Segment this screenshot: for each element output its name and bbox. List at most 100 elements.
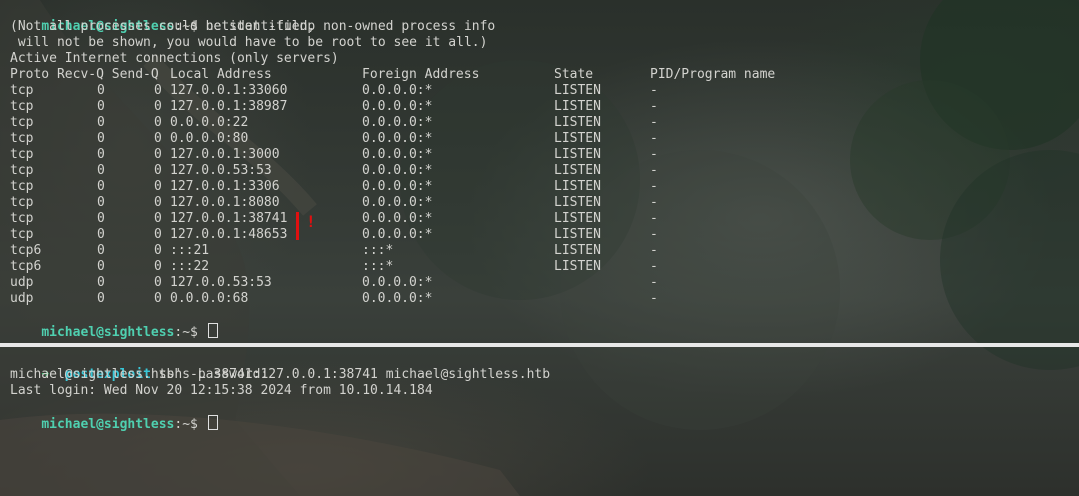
cell-foreign-address: :::*: [362, 259, 394, 274]
cell-send-q: 0: [154, 291, 162, 306]
cell-proto: tcp: [10, 131, 34, 146]
prompt-line-idle: michael@sightless:~$: [10, 399, 218, 432]
cell-proto: tcp: [10, 83, 34, 98]
table-row: udp 0 0 0.0.0.0:68 0.0.0.0:* -: [0, 291, 1079, 307]
annotation-bar: [296, 212, 299, 240]
cell-local-address: 0.0.0.0:22: [170, 115, 249, 130]
cell-proto: tcp6: [10, 259, 42, 274]
cell-foreign-address: 0.0.0.0:*: [362, 163, 433, 178]
table-row: tcp6 0 0:::21:::* LISTEN -: [0, 243, 1079, 259]
cell-send-q: 0: [154, 259, 162, 274]
cell-send-q: 0: [154, 131, 162, 146]
cell-proto: tcp: [10, 99, 34, 114]
cell-state: LISTEN: [554, 195, 601, 210]
cell-proto: tcp6: [10, 243, 42, 258]
cell-send-q: 0: [154, 179, 162, 194]
table-row: tcp 0 0 127.0.0.1:3000 0.0.0.0:* LISTEN -: [0, 147, 1079, 163]
table-row: tcp 0 0 127.0.0.1:48653 0.0.0.0:* LISTEN -: [0, 227, 1079, 243]
terminal-pane-top[interactable]: michael@sightless:~$ netstat -tulnp (Not…: [0, 0, 1079, 342]
table-row: tcp 0 0 127.0.0.1:38987 0.0.0.0:* LISTEN -: [0, 99, 1079, 115]
cell-pid: -: [650, 131, 658, 146]
table-row: udp 0 0 127.0.0.53:53 0.0.0.0:* -: [0, 275, 1079, 291]
cell-recv-q: 0: [97, 131, 105, 146]
cell-recv-q: 0: [97, 163, 105, 178]
cell-pid: -: [650, 275, 658, 290]
cell-foreign-address: 0.0.0.0:*: [362, 227, 433, 242]
cell-local-address: :::21: [170, 243, 210, 258]
cell-recv-q: 0: [97, 115, 105, 130]
cell-pid: -: [650, 227, 658, 242]
table-row: tcp 0 0 0.0.0.0:80 0.0.0.0:* LISTEN -: [0, 131, 1079, 147]
table-row: tcp 0 0 0.0.0.0:22 0.0.0.0:* LISTEN -: [0, 115, 1079, 131]
cell-proto: tcp: [10, 115, 34, 130]
cell-pid: -: [650, 147, 658, 162]
cell-recv-q: 0: [97, 179, 105, 194]
cell-send-q: 0: [154, 243, 162, 258]
pane-divider[interactable]: [0, 343, 1079, 347]
cell-proto: tcp: [10, 195, 34, 210]
cell-recv-q: 0: [97, 291, 105, 306]
terminal-pane-bottom[interactable]: ➜ postexploit ssh -L 38741:127.0.0.1:387…: [0, 348, 1079, 496]
header-pid-program: PID/Program name: [650, 67, 776, 82]
cell-pid: -: [650, 243, 658, 258]
cell-pid: -: [650, 195, 658, 210]
table-row: tcp 0 0 127.0.0.1:8080 0.0.0.0:* LISTEN -: [0, 195, 1079, 211]
cell-proto: tcp: [10, 147, 34, 162]
cell-proto: udp: [10, 291, 34, 306]
cell-state: LISTEN: [554, 115, 601, 130]
cell-send-q: 0: [154, 211, 162, 226]
table-row: tcp 0 0 127.0.0.1:3306 0.0.0.0:* LISTEN -: [0, 179, 1079, 195]
cell-state: LISTEN: [554, 211, 601, 226]
cell-recv-q: 0: [97, 227, 105, 242]
cell-recv-q: 0: [97, 275, 105, 290]
cell-foreign-address: 0.0.0.0:*: [362, 211, 433, 226]
cell-pid: -: [650, 99, 658, 114]
header-state: State: [554, 67, 594, 82]
cell-local-address: 0.0.0.0:68: [170, 291, 249, 306]
cell-local-address: 127.0.0.53:53: [170, 275, 272, 290]
info-line: will not be shown, you would have to be …: [10, 35, 488, 50]
cell-local-address: 127.0.0.1:8080: [170, 195, 280, 210]
cell-state: LISTEN: [554, 147, 601, 162]
terminal-cursor: [207, 323, 218, 338]
cell-recv-q: 0: [97, 211, 105, 226]
zsh-prompt-line: ➜ postexploit ssh -L 38741:127.0.0.1:387…: [10, 351, 550, 382]
cell-foreign-address: 0.0.0.0:*: [362, 83, 433, 98]
cell-local-address: 127.0.0.1:38987: [170, 99, 288, 114]
cell-foreign-address: 0.0.0.0:*: [362, 291, 433, 306]
cell-foreign-address: 0.0.0.0:*: [362, 99, 433, 114]
cell-foreign-address: 0.0.0.0:*: [362, 147, 433, 162]
info-line: (Not all processes could be identified, …: [10, 19, 496, 34]
cell-pid: -: [650, 83, 658, 98]
cell-proto: udp: [10, 275, 34, 290]
cell-local-address: 0.0.0.0:80: [170, 131, 249, 146]
cell-proto: tcp: [10, 227, 34, 242]
cell-local-address: 127.0.0.1:38741: [170, 211, 288, 226]
table-row: tcp 0 0 127.0.0.1:33060 0.0.0.0:* LISTEN -: [0, 83, 1079, 99]
cell-local-address: 127.0.0.1:48653: [170, 227, 288, 242]
cell-local-address: :::22: [170, 259, 210, 274]
annotation-exclamation: !: [306, 212, 316, 231]
terminal-cursor: [207, 415, 218, 430]
cell-state: LISTEN: [554, 163, 601, 178]
cell-pid: -: [650, 211, 658, 226]
table-row: tcp 0 0 127.0.0.1:38741 0.0.0.0:* LISTEN -: [0, 211, 1079, 227]
cell-state: LISTEN: [554, 243, 601, 258]
cell-recv-q: 0: [97, 195, 105, 210]
cell-state: LISTEN: [554, 83, 601, 98]
cell-proto: tcp: [10, 163, 34, 178]
prompt-user: michael@sightless: [41, 325, 175, 340]
header-proto-recv-send: Proto Recv-Q Send-Q: [10, 67, 159, 82]
cell-recv-q: 0: [97, 83, 105, 98]
header-local-address: Local Address: [170, 67, 272, 82]
cell-send-q: 0: [154, 115, 162, 130]
cell-recv-q: 0: [97, 99, 105, 114]
cell-foreign-address: 0.0.0.0:*: [362, 179, 433, 194]
cell-send-q: 0: [154, 275, 162, 290]
cell-send-q: 0: [154, 99, 162, 114]
cell-pid: -: [650, 115, 658, 130]
cell-state: LISTEN: [554, 131, 601, 146]
cell-local-address: 127.0.0.53:53: [170, 163, 272, 178]
cell-state: LISTEN: [554, 259, 601, 274]
cell-state: LISTEN: [554, 99, 601, 114]
